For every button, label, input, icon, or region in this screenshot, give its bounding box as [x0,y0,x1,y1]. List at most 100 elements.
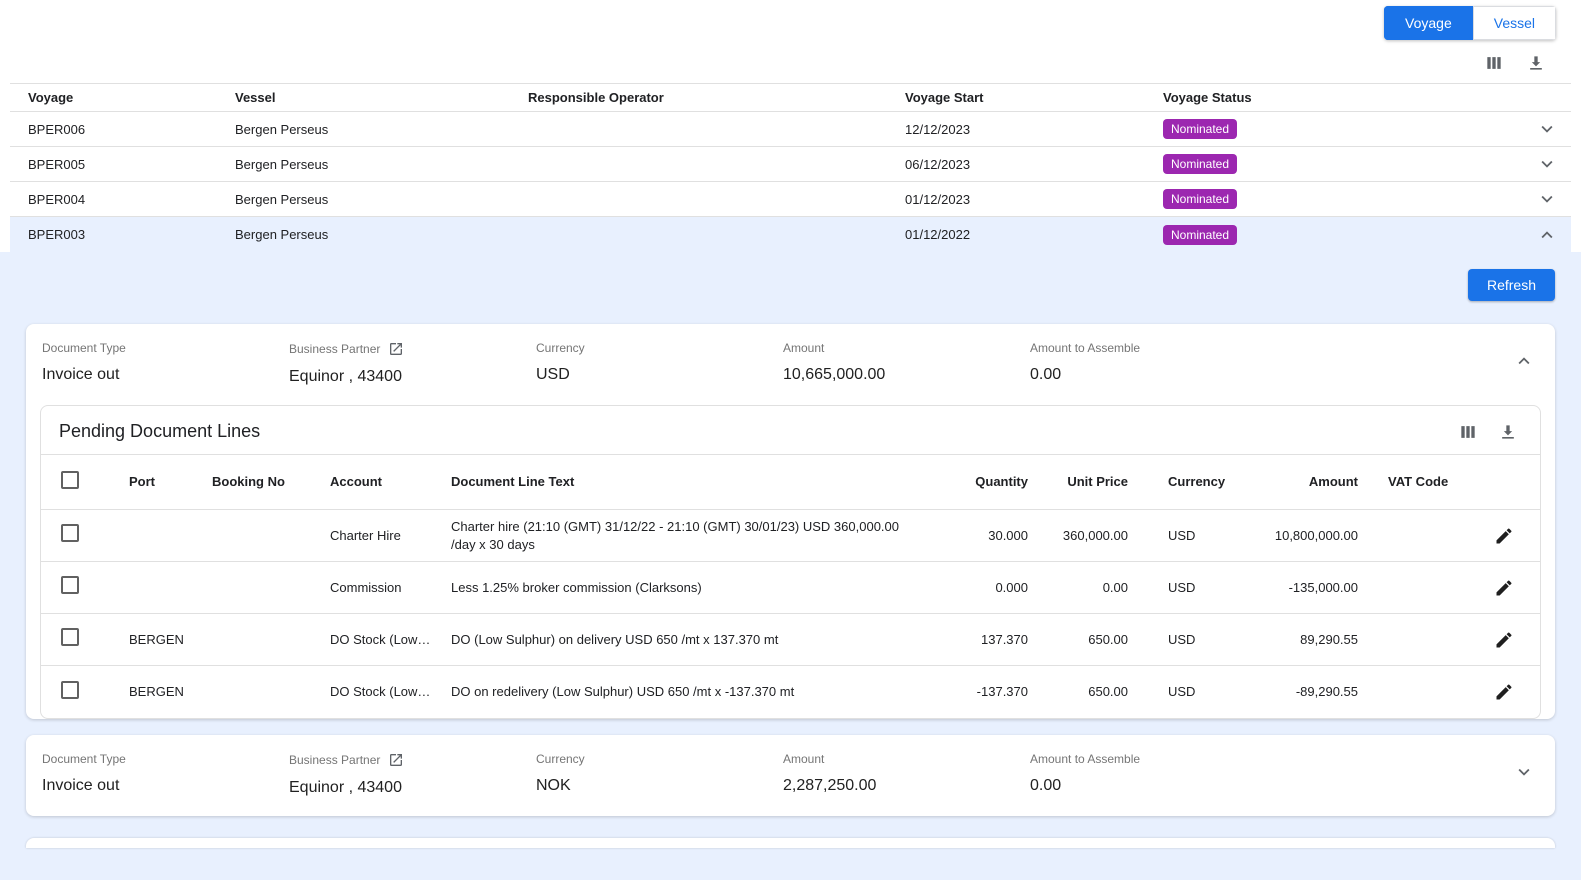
voyage-table: Voyage Vessel Responsible Operator Voyag… [10,83,1571,252]
status-badge: Nominated [1163,119,1237,139]
line-text-cell: Charter hire (21:10 (GMT) 31/12/22 - 21:… [451,518,928,554]
voyage-start-date: 01/12/2022 [905,227,1163,242]
voyage-row-expanded[interactable]: BPER003 Bergen Perseus 01/12/2022 Nomina… [10,217,1571,252]
col-header-currency: Currency [1138,473,1210,491]
voyage-row[interactable]: BPER006 Bergen Perseus 12/12/2023 Nomina… [10,112,1571,147]
vessel-name: Bergen Perseus [235,157,528,172]
columns-icon[interactable] [1458,422,1478,442]
amount-label: Amount [783,341,1030,355]
currency-value: USD [536,366,783,384]
amount-cell: 10,800,000.00 [1210,527,1388,545]
voyage-start-date: 06/12/2023 [905,157,1163,172]
open-in-new-icon[interactable] [388,341,404,357]
col-header-voyage-start: Voyage Start [905,90,1163,105]
columns-icon[interactable] [1484,53,1504,73]
toggle-vessel-button[interactable]: Vessel [1473,6,1556,40]
col-header-voyage: Voyage [28,90,235,105]
business-partner-label: Business Partner [289,753,380,767]
row-checkbox[interactable] [61,681,79,699]
business-partner-label: Business Partner [289,342,380,356]
pending-lines-header: Port Booking No Account Document Line Te… [41,454,1540,510]
business-partner-value: Equinor , 43400 [289,368,536,386]
row-checkbox[interactable] [61,628,79,646]
toggle-voyage-button[interactable]: Voyage [1384,6,1473,40]
edit-icon[interactable] [1494,526,1514,546]
row-checkbox[interactable] [61,576,79,594]
document-card-nok: Document Type Invoice out Business Partn… [26,735,1555,816]
edit-icon[interactable] [1494,578,1514,598]
chevron-down-icon[interactable] [1536,188,1558,210]
pending-line-row: Commission Less 1.25% broker commission … [41,562,1540,614]
quantity-cell: -137.370 [928,683,1038,701]
voyage-expanded-panel: Refresh Document Type Invoice out Busine… [0,252,1581,880]
view-toggle: Voyage Vessel [1384,6,1556,40]
voyage-row[interactable]: BPER005 Bergen Perseus 06/12/2023 Nomina… [10,147,1571,182]
next-document-card-partial [26,838,1555,848]
document-type-label: Document Type [42,341,289,355]
quantity-cell: 0.000 [928,579,1038,597]
amount-label: Amount [783,752,1030,766]
status-badge: Nominated [1163,189,1237,209]
chevron-up-icon[interactable] [1536,224,1558,246]
chevron-down-icon[interactable] [1513,761,1535,783]
document-type-label: Document Type [42,752,289,766]
amount-value: 10,665,000.00 [783,366,1030,384]
amount-value: 2,287,250.00 [783,777,1030,795]
select-all-checkbox[interactable] [61,471,79,489]
vessel-name: Bergen Perseus [235,122,528,137]
refresh-button[interactable]: Refresh [1468,269,1555,301]
download-icon[interactable] [1498,422,1518,442]
amount-to-assemble-label: Amount to Assemble [1030,752,1277,766]
chevron-down-icon[interactable] [1536,153,1558,175]
unit-price-cell: 650.00 [1038,683,1138,701]
col-header-voyage-status: Voyage Status [1163,90,1523,105]
row-checkbox[interactable] [61,524,79,542]
download-icon[interactable] [1526,53,1546,73]
document-type-value: Invoice out [42,777,289,795]
vessel-name: Bergen Perseus [235,192,528,207]
chevron-up-icon[interactable] [1513,350,1535,372]
col-header-amount: Amount [1210,473,1388,491]
col-header-document-line-text: Document Line Text [451,473,928,491]
amount-to-assemble-value: 0.00 [1030,777,1277,795]
chevron-down-icon[interactable] [1536,118,1558,140]
top-bar: Voyage Vessel [0,0,1581,73]
port-cell: BERGEN [129,631,212,649]
account-cell: Commission [330,579,451,597]
col-header-quantity: Quantity [928,473,1038,491]
voyage-row[interactable]: BPER004 Bergen Perseus 01/12/2023 Nomina… [10,182,1571,217]
col-header-port: Port [129,473,212,491]
col-header-account: Account [330,473,451,491]
voyage-start-date: 01/12/2023 [905,192,1163,207]
document-summary: Document Type Invoice out Business Partn… [26,735,1555,816]
document-type-value: Invoice out [42,366,289,384]
currency-label: Currency [536,341,783,355]
voyage-table-actions [25,53,1556,73]
currency-cell: USD [1138,683,1210,701]
line-text-cell: Less 1.25% broker commission (Clarksons) [451,579,928,597]
amount-to-assemble-label: Amount to Assemble [1030,341,1277,355]
pending-line-row: Charter Hire Charter hire (21:10 (GMT) 3… [41,510,1540,562]
line-text-cell: DO (Low Sulphur) on delivery USD 650 /mt… [451,631,928,649]
col-header-vessel: Vessel [235,90,528,105]
voyage-start-date: 12/12/2023 [905,122,1163,137]
document-card-usd: Document Type Invoice out Business Partn… [26,324,1555,719]
voyage-id: BPER003 [28,227,235,242]
business-partner-value: Equinor , 43400 [289,779,536,797]
open-in-new-icon[interactable] [388,752,404,768]
pending-document-lines-card: Pending Document Lines Port Booking No A… [40,405,1541,719]
unit-price-cell: 0.00 [1038,579,1138,597]
edit-icon[interactable] [1494,630,1514,650]
unit-price-cell: 360,000.00 [1038,527,1138,545]
account-cell: DO Stock (Low… [330,631,451,649]
account-cell: DO Stock (Low… [330,683,451,701]
voyage-id: BPER004 [28,192,235,207]
currency-label: Currency [536,752,783,766]
edit-icon[interactable] [1494,682,1514,702]
account-cell: Charter Hire [330,527,451,545]
col-header-vat-code: VAT Code [1388,473,1476,491]
pending-line-row: BERGEN DO Stock (Low… DO on redelivery (… [41,666,1540,718]
currency-value: NOK [536,777,783,795]
currency-cell: USD [1138,527,1210,545]
pending-lines-title: Pending Document Lines [59,421,260,442]
